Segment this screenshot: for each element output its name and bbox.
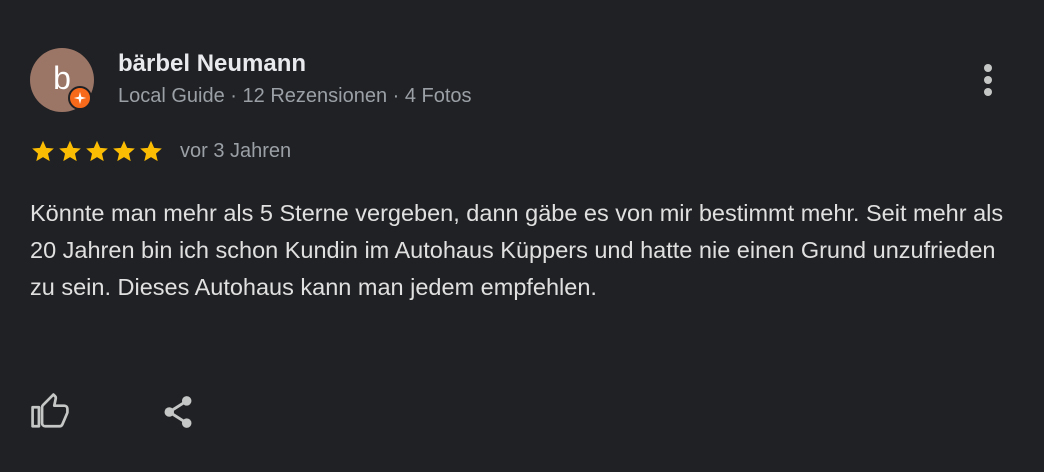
rating-row: vor 3 Jahren [30,136,291,166]
star-icon [59,140,81,162]
more-vert-icon [984,64,992,96]
star-icon [140,140,162,162]
review-text: Könnte man mehr als 5 Sterne vergeben, d… [30,200,1004,300]
review-date: vor 3 Jahren [180,139,292,162]
thumbs-up-icon [31,393,69,428]
local-guide-badge-icon [68,86,92,110]
share-icon [164,396,192,428]
avatar-letter: b [53,60,71,96]
author-name[interactable]: bärbel Neumann [118,50,306,78]
star-rating [30,138,165,164]
share-button[interactable] [154,388,202,436]
more-options-button[interactable] [964,56,1012,104]
like-button[interactable] [26,388,74,436]
star-icon [32,140,54,162]
star-icon [86,140,108,162]
star-icon [113,140,135,162]
review-card: b bärbel Neumann Local Guide · 12 Rezens… [0,0,1044,472]
review-actions [26,388,202,436]
author-meta: Local Guide · 12 Rezensionen · 4 Fotos [118,85,472,107]
